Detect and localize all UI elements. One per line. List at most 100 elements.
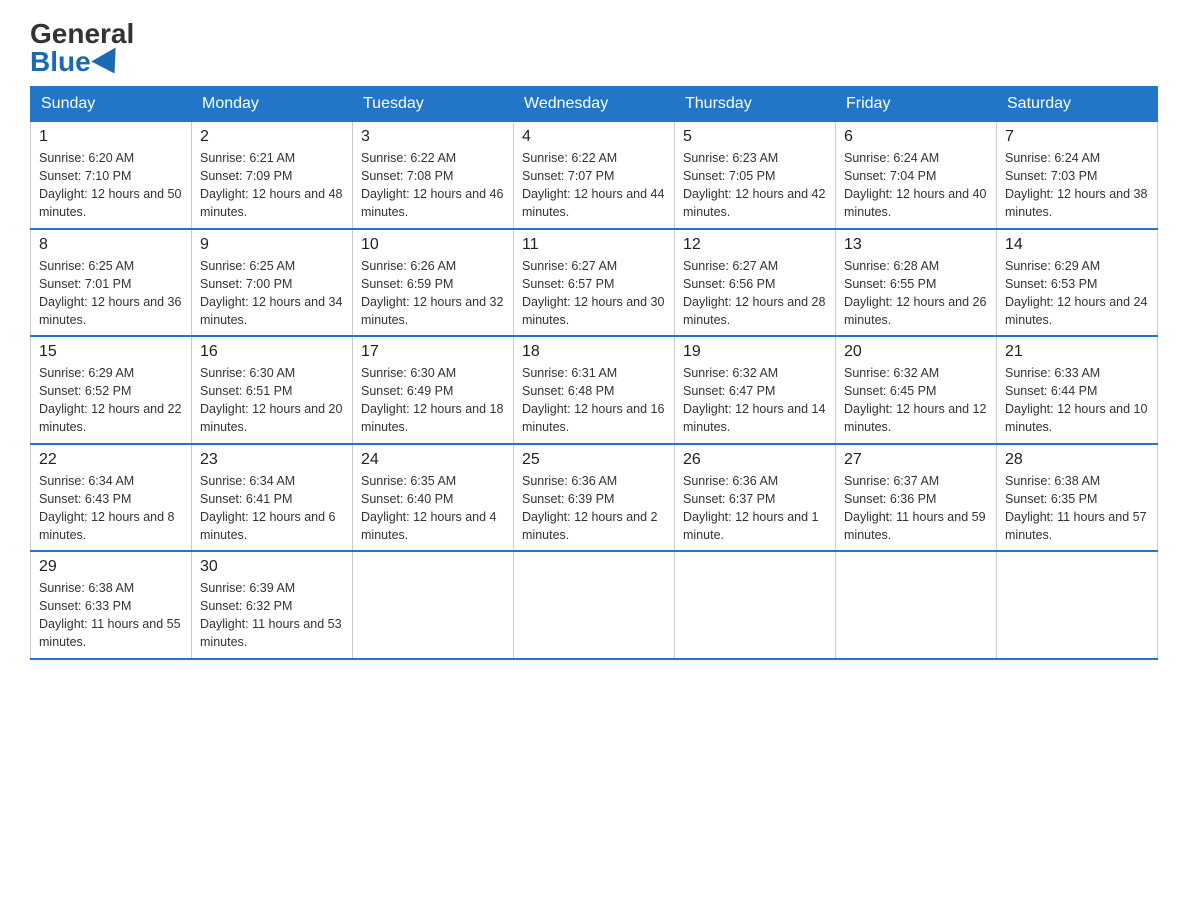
calendar-cell: 27 Sunrise: 6:37 AMSunset: 6:36 PMDaylig…	[836, 444, 997, 552]
weekday-header-monday: Monday	[192, 87, 353, 122]
day-info: Sunrise: 6:27 AMSunset: 6:56 PMDaylight:…	[683, 257, 827, 330]
day-info: Sunrise: 6:27 AMSunset: 6:57 PMDaylight:…	[522, 257, 666, 330]
day-number: 29	[39, 558, 183, 576]
calendar-cell: 10 Sunrise: 6:26 AMSunset: 6:59 PMDaylig…	[353, 229, 514, 337]
day-info: Sunrise: 6:22 AMSunset: 7:08 PMDaylight:…	[361, 149, 505, 222]
calendar-week-5: 29 Sunrise: 6:38 AMSunset: 6:33 PMDaylig…	[31, 551, 1158, 659]
day-number: 22	[39, 451, 183, 469]
page-header: General Blue	[30, 20, 1158, 76]
day-info: Sunrise: 6:30 AMSunset: 6:49 PMDaylight:…	[361, 364, 505, 437]
calendar-cell: 4 Sunrise: 6:22 AMSunset: 7:07 PMDayligh…	[514, 122, 675, 229]
calendar-cell: 11 Sunrise: 6:27 AMSunset: 6:57 PMDaylig…	[514, 229, 675, 337]
day-number: 26	[683, 451, 827, 469]
day-info: Sunrise: 6:28 AMSunset: 6:55 PMDaylight:…	[844, 257, 988, 330]
day-number: 2	[200, 128, 344, 146]
day-number: 15	[39, 343, 183, 361]
calendar-cell: 25 Sunrise: 6:36 AMSunset: 6:39 PMDaylig…	[514, 444, 675, 552]
day-info: Sunrise: 6:34 AMSunset: 6:43 PMDaylight:…	[39, 472, 183, 545]
calendar-week-4: 22 Sunrise: 6:34 AMSunset: 6:43 PMDaylig…	[31, 444, 1158, 552]
day-number: 11	[522, 236, 666, 254]
calendar-cell: 1 Sunrise: 6:20 AMSunset: 7:10 PMDayligh…	[31, 122, 192, 229]
day-number: 24	[361, 451, 505, 469]
day-number: 28	[1005, 451, 1149, 469]
calendar-cell: 19 Sunrise: 6:32 AMSunset: 6:47 PMDaylig…	[675, 336, 836, 444]
calendar-cell: 22 Sunrise: 6:34 AMSunset: 6:43 PMDaylig…	[31, 444, 192, 552]
day-number: 30	[200, 558, 344, 576]
day-info: Sunrise: 6:36 AMSunset: 6:37 PMDaylight:…	[683, 472, 827, 545]
calendar-cell	[836, 551, 997, 659]
weekday-header-saturday: Saturday	[997, 87, 1158, 122]
day-info: Sunrise: 6:36 AMSunset: 6:39 PMDaylight:…	[522, 472, 666, 545]
day-info: Sunrise: 6:24 AMSunset: 7:03 PMDaylight:…	[1005, 149, 1149, 222]
day-number: 25	[522, 451, 666, 469]
day-number: 3	[361, 128, 505, 146]
calendar-cell: 29 Sunrise: 6:38 AMSunset: 6:33 PMDaylig…	[31, 551, 192, 659]
day-number: 6	[844, 128, 988, 146]
calendar-cell: 30 Sunrise: 6:39 AMSunset: 6:32 PMDaylig…	[192, 551, 353, 659]
day-info: Sunrise: 6:33 AMSunset: 6:44 PMDaylight:…	[1005, 364, 1149, 437]
calendar-cell: 14 Sunrise: 6:29 AMSunset: 6:53 PMDaylig…	[997, 229, 1158, 337]
day-number: 8	[39, 236, 183, 254]
day-number: 23	[200, 451, 344, 469]
calendar-cell: 20 Sunrise: 6:32 AMSunset: 6:45 PMDaylig…	[836, 336, 997, 444]
calendar-cell: 24 Sunrise: 6:35 AMSunset: 6:40 PMDaylig…	[353, 444, 514, 552]
weekday-header-tuesday: Tuesday	[353, 87, 514, 122]
day-number: 7	[1005, 128, 1149, 146]
day-info: Sunrise: 6:37 AMSunset: 6:36 PMDaylight:…	[844, 472, 988, 545]
calendar-cell: 3 Sunrise: 6:22 AMSunset: 7:08 PMDayligh…	[353, 122, 514, 229]
logo-blue-text: Blue	[30, 48, 123, 76]
day-number: 4	[522, 128, 666, 146]
calendar-cell: 7 Sunrise: 6:24 AMSunset: 7:03 PMDayligh…	[997, 122, 1158, 229]
calendar-week-2: 8 Sunrise: 6:25 AMSunset: 7:01 PMDayligh…	[31, 229, 1158, 337]
calendar-week-1: 1 Sunrise: 6:20 AMSunset: 7:10 PMDayligh…	[31, 122, 1158, 229]
calendar-cell: 26 Sunrise: 6:36 AMSunset: 6:37 PMDaylig…	[675, 444, 836, 552]
calendar-cell: 28 Sunrise: 6:38 AMSunset: 6:35 PMDaylig…	[997, 444, 1158, 552]
calendar-cell	[514, 551, 675, 659]
day-info: Sunrise: 6:25 AMSunset: 7:00 PMDaylight:…	[200, 257, 344, 330]
calendar-cell: 23 Sunrise: 6:34 AMSunset: 6:41 PMDaylig…	[192, 444, 353, 552]
day-number: 17	[361, 343, 505, 361]
calendar-table: SundayMondayTuesdayWednesdayThursdayFrid…	[30, 86, 1158, 660]
day-info: Sunrise: 6:21 AMSunset: 7:09 PMDaylight:…	[200, 149, 344, 222]
day-info: Sunrise: 6:32 AMSunset: 6:45 PMDaylight:…	[844, 364, 988, 437]
day-info: Sunrise: 6:38 AMSunset: 6:33 PMDaylight:…	[39, 579, 183, 652]
day-info: Sunrise: 6:24 AMSunset: 7:04 PMDaylight:…	[844, 149, 988, 222]
calendar-cell: 6 Sunrise: 6:24 AMSunset: 7:04 PMDayligh…	[836, 122, 997, 229]
weekday-header-wednesday: Wednesday	[514, 87, 675, 122]
day-info: Sunrise: 6:31 AMSunset: 6:48 PMDaylight:…	[522, 364, 666, 437]
day-info: Sunrise: 6:23 AMSunset: 7:05 PMDaylight:…	[683, 149, 827, 222]
day-info: Sunrise: 6:39 AMSunset: 6:32 PMDaylight:…	[200, 579, 344, 652]
calendar-cell: 5 Sunrise: 6:23 AMSunset: 7:05 PMDayligh…	[675, 122, 836, 229]
day-number: 10	[361, 236, 505, 254]
day-info: Sunrise: 6:26 AMSunset: 6:59 PMDaylight:…	[361, 257, 505, 330]
calendar-cell: 13 Sunrise: 6:28 AMSunset: 6:55 PMDaylig…	[836, 229, 997, 337]
weekday-header-row: SundayMondayTuesdayWednesdayThursdayFrid…	[31, 87, 1158, 122]
day-info: Sunrise: 6:38 AMSunset: 6:35 PMDaylight:…	[1005, 472, 1149, 545]
day-info: Sunrise: 6:29 AMSunset: 6:52 PMDaylight:…	[39, 364, 183, 437]
weekday-header-friday: Friday	[836, 87, 997, 122]
day-number: 9	[200, 236, 344, 254]
calendar-cell	[997, 551, 1158, 659]
calendar-week-3: 15 Sunrise: 6:29 AMSunset: 6:52 PMDaylig…	[31, 336, 1158, 444]
calendar-cell: 12 Sunrise: 6:27 AMSunset: 6:56 PMDaylig…	[675, 229, 836, 337]
day-number: 12	[683, 236, 827, 254]
day-info: Sunrise: 6:34 AMSunset: 6:41 PMDaylight:…	[200, 472, 344, 545]
day-info: Sunrise: 6:25 AMSunset: 7:01 PMDaylight:…	[39, 257, 183, 330]
day-info: Sunrise: 6:30 AMSunset: 6:51 PMDaylight:…	[200, 364, 344, 437]
calendar-cell	[353, 551, 514, 659]
calendar-cell: 8 Sunrise: 6:25 AMSunset: 7:01 PMDayligh…	[31, 229, 192, 337]
weekday-header-sunday: Sunday	[31, 87, 192, 122]
day-number: 18	[522, 343, 666, 361]
day-number: 20	[844, 343, 988, 361]
day-info: Sunrise: 6:22 AMSunset: 7:07 PMDaylight:…	[522, 149, 666, 222]
calendar-cell: 21 Sunrise: 6:33 AMSunset: 6:44 PMDaylig…	[997, 336, 1158, 444]
day-number: 14	[1005, 236, 1149, 254]
logo: General Blue	[30, 20, 134, 76]
weekday-header-thursday: Thursday	[675, 87, 836, 122]
day-number: 21	[1005, 343, 1149, 361]
day-info: Sunrise: 6:20 AMSunset: 7:10 PMDaylight:…	[39, 149, 183, 222]
calendar-cell: 2 Sunrise: 6:21 AMSunset: 7:09 PMDayligh…	[192, 122, 353, 229]
calendar-cell: 18 Sunrise: 6:31 AMSunset: 6:48 PMDaylig…	[514, 336, 675, 444]
logo-general-text: General	[30, 20, 134, 48]
logo-triangle-icon	[91, 47, 126, 80]
